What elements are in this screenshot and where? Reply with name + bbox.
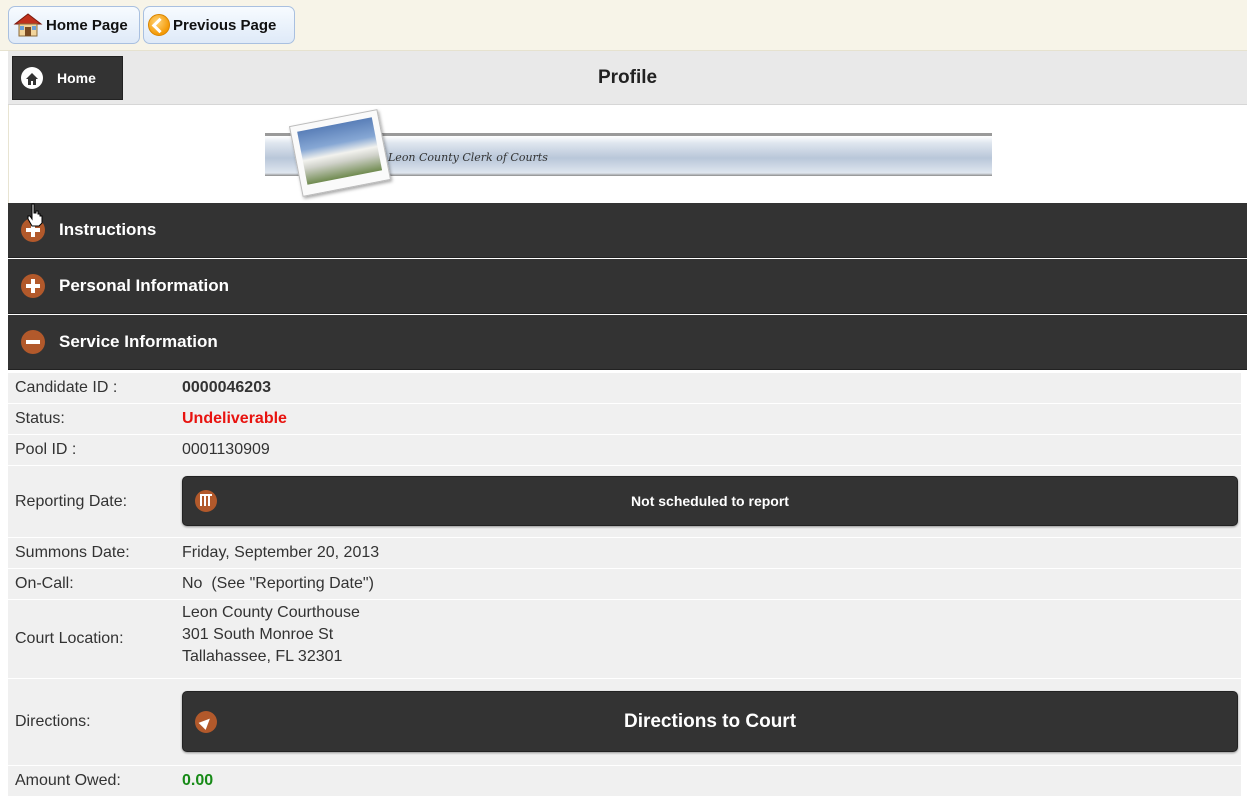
status-value: Undeliverable (182, 410, 287, 427)
page-header: Home Profile (8, 51, 1247, 105)
candidate-id-value: 0000046203 (182, 379, 271, 396)
hand-pointer-icon (27, 203, 43, 227)
on-call-label: On-Call: (15, 575, 74, 592)
directions-button-label: Directions to Court (623, 710, 797, 732)
reporting-date-button-label: Not scheduled to report (631, 493, 789, 509)
on-call-value: No (See "Reporting Date") (182, 575, 374, 592)
candidate-id-row: Candidate ID : 0000046203 (8, 373, 1241, 403)
amount-owed-row: Amount Owed: 0.00 (8, 766, 1241, 796)
home-page-label: Home Page (46, 16, 128, 34)
instructions-section-header[interactable]: Instructions (8, 203, 1247, 258)
banner-text: Leon County Clerk of Courts (388, 151, 548, 164)
personal-information-section-header[interactable]: Personal Information (8, 259, 1247, 314)
status-label: Status: (15, 410, 65, 427)
previous-page-label: Previous Page (173, 16, 277, 34)
page-title: Profile (597, 67, 658, 88)
calendar-icon (195, 490, 217, 512)
status-row: Status: Undeliverable (8, 404, 1241, 434)
top-toolbar: Home Page Previous Page (0, 0, 1247, 51)
court-location-line2: 301 South Monroe St (182, 626, 334, 643)
service-information-section-header[interactable]: Service Information (8, 315, 1247, 370)
instructions-label: Instructions (59, 220, 157, 239)
clerk-banner: Leon County Clerk of Courts (265, 109, 992, 197)
amount-owed-value: 0.00 (182, 772, 214, 789)
candidate-id-label: Candidate ID : (15, 379, 118, 396)
personal-information-label: Personal Information (59, 276, 230, 295)
court-location-line3: Tallahassee, FL 32301 (182, 648, 343, 665)
court-location-row: Court Location: Leon County Courthouse 3… (8, 600, 1241, 678)
court-location-line1: Leon County Courthouse (182, 604, 360, 621)
amount-owed-label: Amount Owed: (15, 772, 121, 789)
pool-id-label: Pool ID : (15, 441, 77, 458)
court-location-address: Leon County Courthouse 301 South Monroe … (182, 602, 360, 668)
previous-page-button[interactable]: Previous Page (143, 6, 295, 44)
pool-id-value: 0001130909 (182, 441, 270, 458)
reporting-date-row: Reporting Date: Not scheduled to report (8, 466, 1241, 537)
directions-to-court-button[interactable]: Directions to Court (182, 691, 1238, 752)
plus-icon (21, 274, 45, 298)
service-information-panel: Candidate ID : 0000046203 Status: Undeli… (8, 371, 1247, 797)
reporting-date-button[interactable]: Not scheduled to report (182, 476, 1238, 526)
directions-label: Directions: (15, 713, 91, 730)
pool-id-row: Pool ID : 0001130909 (8, 435, 1241, 465)
home-page-button[interactable]: Home Page (8, 6, 140, 44)
summons-date-value: Friday, September 20, 2013 (182, 544, 380, 561)
house-icon (13, 13, 43, 37)
back-arrow-icon (148, 14, 170, 36)
banner-area: Leon County Clerk of Courts (8, 105, 1247, 203)
on-call-row: On-Call: No (See "Reporting Date") (8, 569, 1241, 599)
court-location-label: Court Location: (15, 630, 124, 647)
courthouse-photo (288, 109, 392, 197)
navigation-arrow-icon (195, 710, 217, 733)
minus-icon (21, 330, 45, 354)
service-information-label: Service Information (59, 332, 218, 351)
directions-row: Directions: Directions to Court (8, 679, 1241, 765)
reporting-date-label: Reporting Date: (15, 492, 128, 510)
summons-date-label: Summons Date: (15, 544, 130, 561)
summons-date-row: Summons Date: Friday, September 20, 2013 (8, 538, 1241, 568)
